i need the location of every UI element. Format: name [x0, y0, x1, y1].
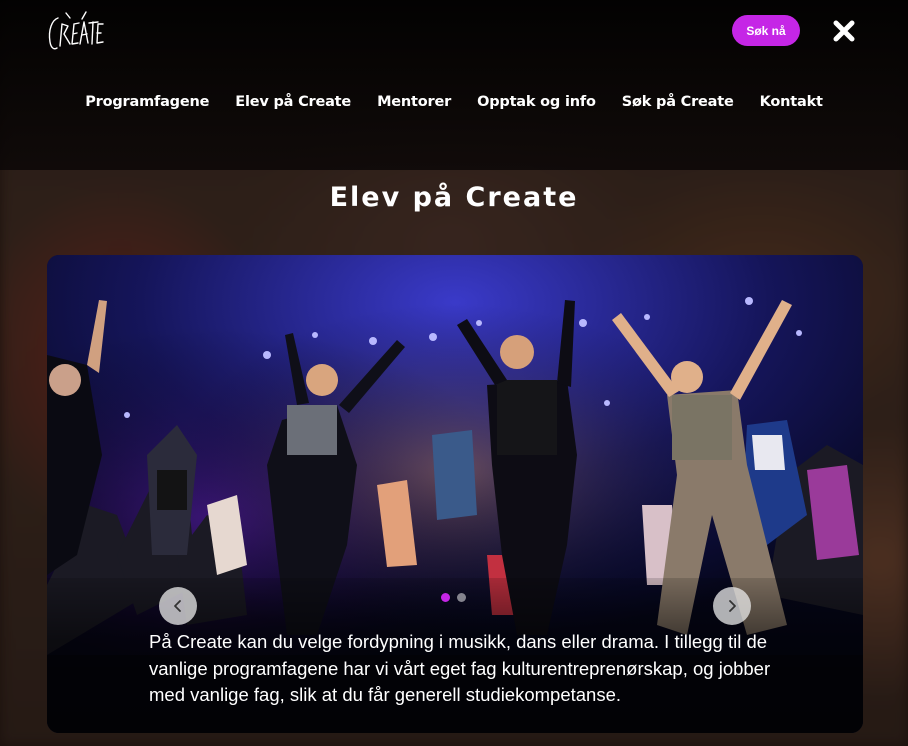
- page-title: Elev på Create: [329, 182, 579, 213]
- image-carousel: På Create kan du velge fordypning i musi…: [47, 255, 863, 733]
- chevron-left-icon: [174, 600, 181, 612]
- apply-now-button[interactable]: Søk nå: [732, 15, 800, 46]
- nav-item-opptak-og-info[interactable]: Opptak og info: [477, 92, 596, 116]
- nav-item-mentorer[interactable]: Mentorer: [377, 92, 451, 116]
- nav-item-programfagene[interactable]: Programfagene: [85, 92, 209, 116]
- carousel-next-button[interactable]: [713, 587, 751, 625]
- close-icon[interactable]: [830, 17, 858, 45]
- slide-caption: På Create kan du velge fordypning i musi…: [149, 631, 771, 705]
- main-nav: Programfagene Elev på Create Mentorer Op…: [0, 92, 908, 116]
- site-logo[interactable]: [46, 10, 106, 54]
- carousel-dot-2[interactable]: [457, 593, 466, 602]
- site-header: Søk nå Programfagene Elev på Create Ment…: [0, 0, 908, 170]
- nav-item-kontakt[interactable]: Kontakt: [760, 92, 823, 116]
- nav-item-sok-pa-create[interactable]: Søk på Create: [622, 92, 734, 116]
- carousel-prev-button[interactable]: [159, 587, 197, 625]
- create-logo-icon: [48, 11, 104, 50]
- chevron-right-icon: [729, 600, 736, 612]
- carousel-indicators: [441, 593, 466, 602]
- carousel-dot-1[interactable]: [441, 593, 450, 602]
- nav-item-elev-pa-create[interactable]: Elev på Create: [235, 92, 351, 116]
